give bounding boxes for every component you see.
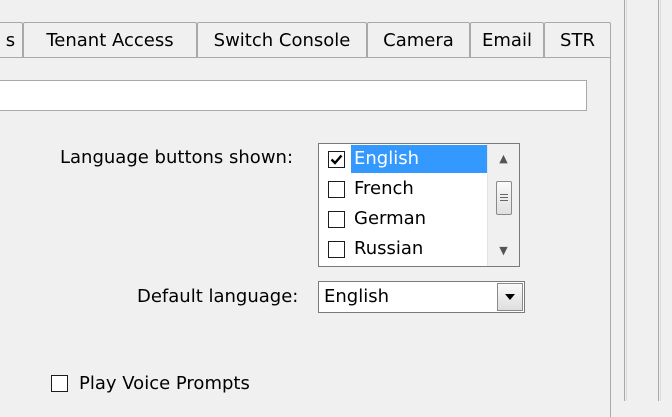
checkbox-french[interactable] [328,181,345,198]
grip-line [500,197,508,198]
scroll-thumb[interactable] [496,181,512,215]
play-voice-prompts-checkbox[interactable] [51,375,68,392]
window-border [658,0,661,401]
list-item-label: German [354,208,427,229]
list-item-label: English [351,145,490,173]
list-item-english[interactable]: English [319,145,490,175]
tab-label: Tenant Access [46,30,174,51]
chevron-down-icon [505,294,515,300]
list-item-russian[interactable]: Russian [319,235,487,265]
language-buttons-label: Language buttons shown: [60,147,294,168]
grip-line [500,200,508,201]
scroll-down-icon[interactable]: ▼ [488,240,519,262]
tab-label: Camera [383,30,454,51]
language-listbox[interactable]: English French German Russian ▲ ▼ [318,143,520,267]
tab-tenant-access[interactable]: Tenant Access [23,22,197,58]
selected-value: English [324,286,389,307]
checkbox-russian[interactable] [328,241,345,258]
tab-label: STR [560,30,595,51]
checkbox-english[interactable] [328,151,345,168]
tab-camera[interactable]: Camera [367,22,470,58]
check-icon [330,154,343,165]
default-language-select[interactable]: English [318,281,525,313]
tab-label: Switch Console [213,30,351,51]
checkbox-german[interactable] [328,211,345,228]
list-item-german[interactable]: German [319,205,487,235]
tab-email[interactable]: Email [470,22,544,58]
list-item-french[interactable]: French [319,175,487,205]
default-language-label: Default language: [137,286,299,307]
list-item-label: French [354,178,414,199]
tab-partial[interactable]: s [0,22,23,58]
grip-line [500,194,508,195]
path-field[interactable] [0,80,587,111]
listbox-scrollbar[interactable]: ▲ ▼ [487,144,519,266]
tab-switch-console[interactable]: Switch Console [197,22,367,58]
tab-label: s [5,30,16,51]
tab-str[interactable]: STR [544,22,611,58]
splitter-divider[interactable] [624,0,627,401]
dropdown-button[interactable] [497,283,523,311]
list-item-label: Russian [354,238,424,259]
tab-strip: s Tenant Access Switch Console Camera Em… [0,22,611,58]
scroll-up-icon[interactable]: ▲ [488,148,519,170]
play-voice-prompts-label[interactable]: Play Voice Prompts [79,373,250,394]
tab-label: Email [482,30,532,51]
